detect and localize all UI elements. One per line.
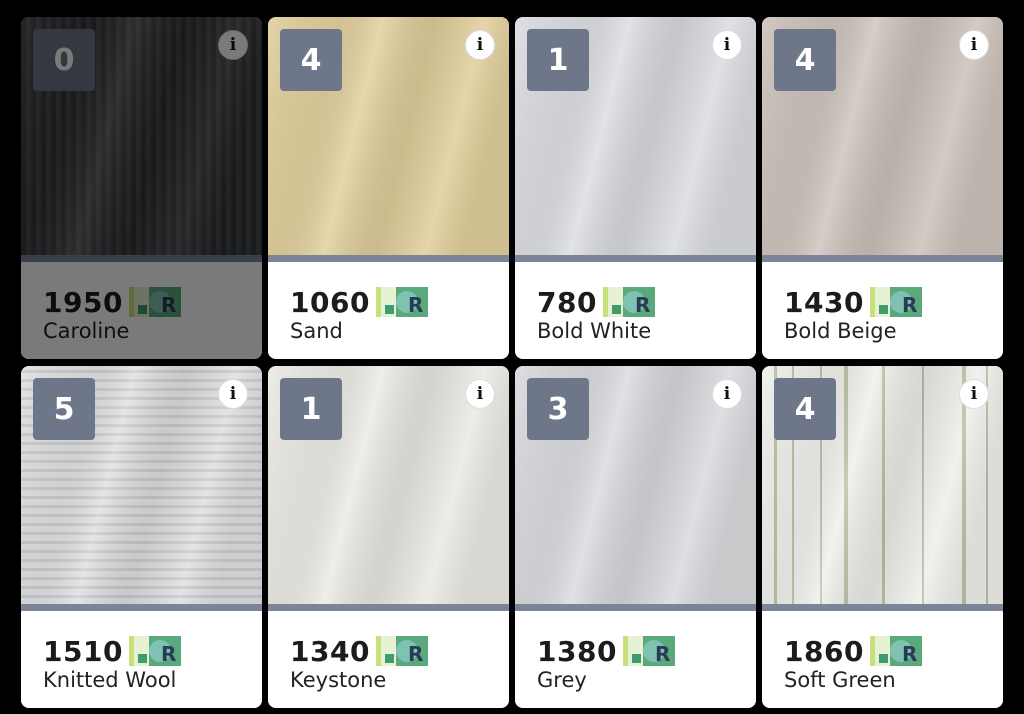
price-row: 1060 R — [290, 285, 428, 319]
swatch-divider — [21, 255, 262, 262]
product-card-caroline[interactable]: 0 i 1950 R Caroline — [21, 17, 262, 359]
swatch-divider — [268, 255, 509, 262]
brand-logo-icon: R — [602, 287, 655, 317]
product-price: 1380 — [537, 634, 617, 668]
product-card-bold-white[interactable]: 1 i 780 R Bold White — [515, 17, 756, 359]
swatch-divider — [268, 604, 509, 611]
product-card-knitted-wool[interactable]: 5 i 1510 R Knitted Wool — [21, 366, 262, 708]
product-name: Bold Beige — [784, 319, 897, 343]
brand-logo-icon: R — [128, 287, 181, 317]
brand-logo-icon: R — [622, 636, 675, 666]
price-row: 1510 R — [43, 634, 181, 668]
swatch-divider — [762, 255, 1003, 262]
product-price: 780 — [537, 285, 597, 319]
product-name: Sand — [290, 319, 343, 343]
info-icon[interactable]: i — [218, 30, 248, 60]
quantity-badge: 5 — [33, 378, 95, 440]
svg-text:R: R — [161, 293, 176, 317]
product-card-sand[interactable]: 4 i 1060 R Sand — [268, 17, 509, 359]
product-price: 1340 — [290, 634, 370, 668]
product-card-keystone[interactable]: 1 i 1340 R Keystone — [268, 366, 509, 708]
product-card-bold-beige[interactable]: 4 i 1430 R Bold Beige — [762, 17, 1003, 359]
product-price: 1510 — [43, 634, 123, 668]
price-row: 1380 R — [537, 634, 675, 668]
info-icon[interactable]: i — [218, 379, 248, 409]
product-name: Knitted Wool — [43, 668, 177, 692]
info-icon[interactable]: i — [465, 379, 495, 409]
svg-text:R: R — [635, 293, 650, 317]
product-name: Caroline — [43, 319, 130, 343]
product-name: Bold White — [537, 319, 652, 343]
price-row: 1430 R — [784, 285, 922, 319]
brand-logo-icon: R — [869, 636, 922, 666]
swatch-divider — [762, 604, 1003, 611]
info-icon[interactable]: i — [959, 379, 989, 409]
product-name: Soft Green — [784, 668, 896, 692]
brand-logo-icon: R — [869, 287, 922, 317]
quantity-badge: 4 — [774, 29, 836, 91]
product-price: 1430 — [784, 285, 864, 319]
price-row: 1340 R — [290, 634, 428, 668]
product-price: 1060 — [290, 285, 370, 319]
product-price: 1950 — [43, 285, 123, 319]
price-row: 780 R — [537, 285, 655, 319]
swatch-divider — [515, 604, 756, 611]
product-price: 1860 — [784, 634, 864, 668]
swatch-divider — [515, 255, 756, 262]
info-icon[interactable]: i — [959, 30, 989, 60]
quantity-badge: 0 — [33, 29, 95, 91]
quantity-badge: 4 — [280, 29, 342, 91]
price-row: 1860 R — [784, 634, 922, 668]
brand-logo-icon: R — [375, 287, 428, 317]
svg-text:R: R — [902, 642, 917, 666]
product-card-soft-green[interactable]: 4 i 1860 R Soft Green — [762, 366, 1003, 708]
price-row: 1950 R — [43, 285, 181, 319]
svg-text:R: R — [408, 293, 423, 317]
info-icon[interactable]: i — [712, 30, 742, 60]
product-name: Grey — [537, 668, 587, 692]
quantity-badge: 4 — [774, 378, 836, 440]
quantity-badge: 1 — [527, 29, 589, 91]
info-icon[interactable]: i — [465, 30, 495, 60]
svg-text:R: R — [902, 293, 917, 317]
swatch-divider — [21, 604, 262, 611]
svg-text:R: R — [655, 642, 670, 666]
info-icon[interactable]: i — [712, 379, 742, 409]
product-name: Keystone — [290, 668, 387, 692]
product-grid: 0 i 1950 R Caroline 4 i 1060 R Sand 1 i … — [21, 17, 1003, 708]
quantity-badge: 3 — [527, 378, 589, 440]
svg-text:R: R — [408, 642, 423, 666]
brand-logo-icon: R — [375, 636, 428, 666]
svg-text:R: R — [161, 642, 176, 666]
brand-logo-icon: R — [128, 636, 181, 666]
product-card-grey[interactable]: 3 i 1380 R Grey — [515, 366, 756, 708]
quantity-badge: 1 — [280, 378, 342, 440]
